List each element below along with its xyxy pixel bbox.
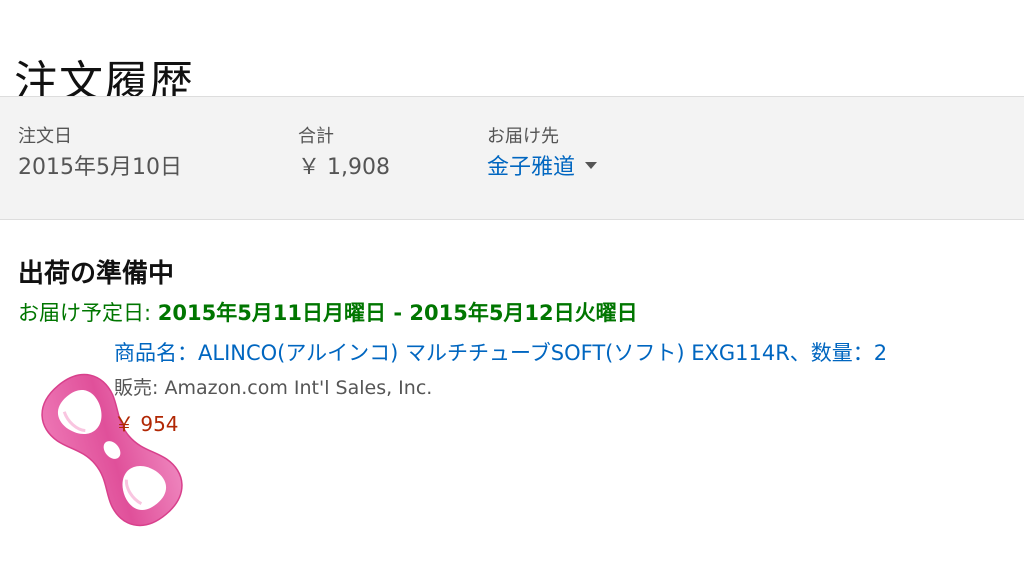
delivery-estimate: お届け予定日: 2015年5月11日月曜日 - 2015年5月12日火曜日	[18, 297, 638, 329]
ship-to-name[interactable]: 金子雅道	[487, 155, 575, 180]
delivery-dates: 2015年5月11日月曜日 - 2015年5月12日火曜日	[157, 301, 638, 325]
order-total-block: 合計 ￥ 1,908	[298, 123, 390, 185]
ship-to-block: お届け先 金子雅道	[487, 123, 598, 185]
caret-down-icon[interactable]	[585, 161, 598, 169]
order-summary: 注文日 2015年5月10日 合計 ￥ 1,908 お届け先 金子雅道	[0, 96, 1024, 220]
ship-to-label: お届け先	[487, 126, 559, 147]
shipment-status: 出荷の準備中	[18, 259, 175, 289]
item-price: ￥ 954	[114, 412, 179, 436]
order-date-label: 注文日	[18, 126, 72, 147]
order-total-value: ￥ 1,908	[298, 155, 390, 180]
ship-to-dropdown[interactable]: 金子雅道	[487, 151, 598, 185]
product-name-link[interactable]: 商品名：ALINCO(アルインコ) マルチチューブSOFT(ソフト) EXG11…	[114, 336, 887, 370]
order-total-label: 合計	[298, 126, 334, 147]
order-date-block: 注文日 2015年5月10日	[18, 123, 182, 185]
order-date-value: 2015年5月10日	[18, 155, 182, 180]
seller-text: 販売: Amazon.com Int'l Sales, Inc.	[114, 377, 433, 399]
delivery-label: お届け予定日:	[18, 301, 158, 325]
